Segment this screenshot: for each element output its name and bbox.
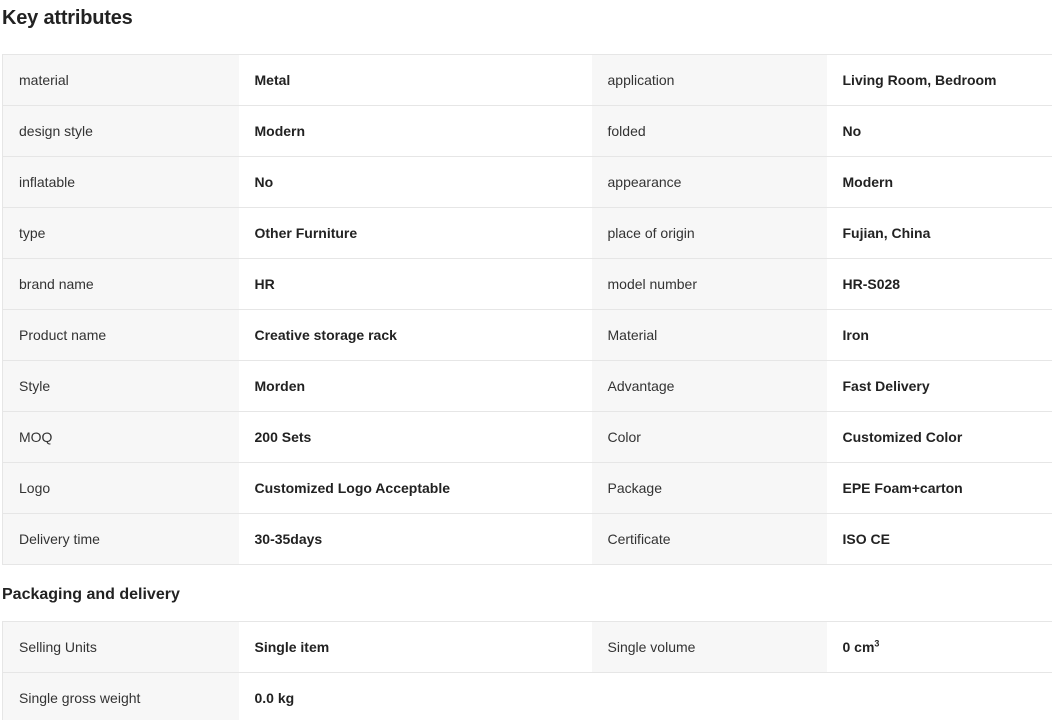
attribute-value: Fast Delivery [826,360,1052,412]
table-row: inflatable No appearance Modern [2,156,1052,208]
empty-cell [591,672,827,720]
attribute-value: No [826,105,1052,157]
attribute-value: Metal [238,54,592,106]
key-attributes-heading: Key attributes [2,7,133,29]
attribute-value: ISO CE [826,513,1052,565]
attribute-label: design style [2,105,239,157]
empty-cell [826,672,1052,720]
attribute-label: Selling Units [2,621,239,673]
table-row: Product name Creative storage rack Mater… [2,309,1052,361]
attribute-label: folded [591,105,827,157]
attribute-label: Logo [2,462,239,514]
attribute-label: model number [591,258,827,310]
attribute-label: Single volume [591,621,827,673]
attribute-label: type [2,207,239,259]
attribute-value: No [238,156,592,208]
attribute-label: brand name [2,258,239,310]
product-attributes-page: Key attributes material Metal applicatio… [0,0,1052,720]
table-row: Single gross weight 0.0 kg [2,672,1052,720]
volume-unit-superscript: 3 [874,638,880,649]
packaging-delivery-heading: Packaging and delivery [2,586,180,603]
table-row: brand name HR model number HR-S028 [2,258,1052,310]
attribute-value: Other Furniture [238,207,592,259]
attribute-value: 30-35days [238,513,592,565]
key-attributes-table: material Metal application Living Room, … [2,54,1052,565]
attribute-value: HR-S028 [826,258,1052,310]
attribute-value: HR [238,258,592,310]
attribute-label: Style [2,360,239,412]
attribute-label: inflatable [2,156,239,208]
attribute-value: Modern [238,105,592,157]
attribute-label: Color [591,411,827,463]
attribute-value: Fujian, China [826,207,1052,259]
attribute-label: Package [591,462,827,514]
table-row: Selling Units Single item Single volume … [2,621,1052,673]
attribute-label: Single gross weight [2,672,239,720]
attribute-value: Customized Color [826,411,1052,463]
attribute-label: Advantage [591,360,827,412]
attribute-label: Delivery time [2,513,239,565]
attribute-value: Living Room, Bedroom [826,54,1052,106]
attribute-value: EPE Foam+carton [826,462,1052,514]
attribute-label: appearance [591,156,827,208]
attribute-label: MOQ [2,411,239,463]
attribute-value: 200 Sets [238,411,592,463]
attribute-value: 0 cm3 [826,621,1052,673]
attribute-value: Single item [238,621,592,673]
attribute-value: Modern [826,156,1052,208]
attribute-value: Iron [826,309,1052,361]
attribute-value: 0.0 kg [238,672,592,720]
attribute-label: place of origin [591,207,827,259]
table-row: Logo Customized Logo Acceptable Package … [2,462,1052,514]
attribute-label: Material [591,309,827,361]
table-row: MOQ 200 Sets Color Customized Color [2,411,1052,463]
table-row: material Metal application Living Room, … [2,54,1052,106]
packaging-delivery-table: Selling Units Single item Single volume … [2,621,1052,720]
attribute-label: Certificate [591,513,827,565]
table-row: Delivery time 30-35days Certificate ISO … [2,513,1052,565]
attribute-label: application [591,54,827,106]
table-row: design style Modern folded No [2,105,1052,157]
attribute-value: Morden [238,360,592,412]
table-row: type Other Furniture place of origin Fuj… [2,207,1052,259]
volume-value: 0 cm [842,639,875,655]
attribute-value: Creative storage rack [238,309,592,361]
attribute-value: Customized Logo Acceptable [238,462,592,514]
attribute-label: Product name [2,309,239,361]
attribute-label: material [2,54,239,106]
table-row: Style Morden Advantage Fast Delivery [2,360,1052,412]
